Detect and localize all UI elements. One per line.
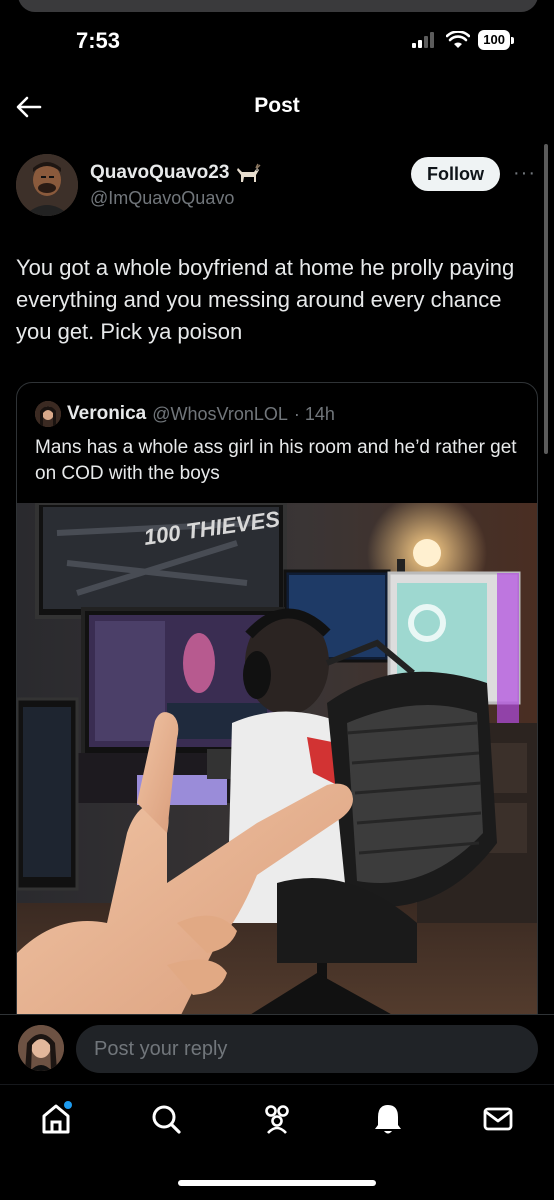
- messages-icon: [483, 1107, 513, 1131]
- nav-home[interactable]: [36, 1099, 76, 1139]
- status-time: 7:53: [76, 28, 121, 53]
- quote-author-handle: @WhosVronLOL: [152, 403, 288, 424]
- battery-level: 100: [478, 30, 510, 50]
- quote-header: Veronica @WhosVronLOL · 14h: [35, 401, 335, 427]
- cellular-signal-icon: [412, 32, 435, 48]
- more-options-icon[interactable]: ···: [513, 162, 536, 185]
- user-avatar[interactable]: [18, 1025, 64, 1071]
- author-row: QuavoQuavo23 @ImQuavoQuavo Follow ···: [16, 154, 536, 218]
- quote-avatar: [35, 401, 61, 427]
- goat-icon: [237, 163, 261, 182]
- wifi-icon: [446, 31, 471, 48]
- home-indicator[interactable]: [178, 1180, 376, 1186]
- quoted-post[interactable]: Veronica @WhosVronLOL · 14h Mans has a w…: [16, 382, 538, 1014]
- post-detail[interactable]: QuavoQuavo23 @ImQuavoQuavo Follow ··· Yo…: [0, 138, 554, 1014]
- nav-search[interactable]: [146, 1099, 186, 1139]
- quote-author-name: Veronica: [67, 403, 147, 424]
- avatar[interactable]: [16, 154, 78, 216]
- status-bar: 7:53 100: [0, 0, 554, 80]
- author-handle[interactable]: @ImQuavoQuavo: [90, 188, 234, 209]
- scrollbar[interactable]: [544, 144, 548, 454]
- page-title: Post: [254, 94, 300, 117]
- communities-icon: [265, 1105, 289, 1134]
- author-name[interactable]: QuavoQuavo23: [90, 162, 261, 184]
- home-notification-dot: [64, 1101, 72, 1109]
- reply-bar: [0, 1014, 554, 1084]
- follow-button[interactable]: Follow: [411, 157, 500, 191]
- search-icon: [152, 1105, 181, 1134]
- author-name-text: QuavoQuavo23: [90, 162, 230, 183]
- quote-image[interactable]: 100 THIEVES: [17, 493, 537, 1014]
- quote-timestamp: · 14h: [293, 403, 335, 424]
- quote-text: Mans has a whole ass girl in his room an…: [35, 437, 517, 484]
- status-icons: 100: [412, 30, 514, 50]
- reply-input[interactable]: [76, 1025, 538, 1073]
- post-text: You got a whole boyfriend at home he pro…: [16, 255, 515, 344]
- nav-messages[interactable]: [478, 1099, 518, 1139]
- battery-icon: 100: [478, 30, 514, 50]
- header: Post: [0, 76, 554, 136]
- nav-communities[interactable]: [257, 1099, 297, 1139]
- notifications-icon: [375, 1105, 401, 1134]
- nav-notifications[interactable]: [368, 1099, 408, 1139]
